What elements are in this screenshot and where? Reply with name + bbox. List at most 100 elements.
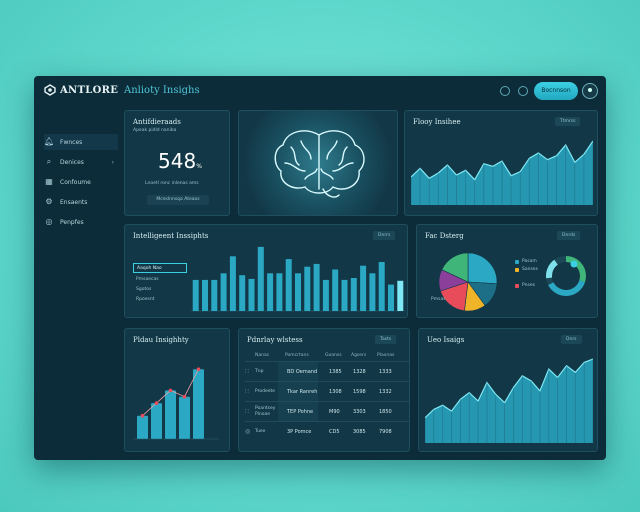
area-point-2	[428, 178, 430, 205]
area-point-6	[477, 401, 479, 443]
cell: CD5	[329, 429, 340, 435]
bar-10[interactable]	[285, 259, 292, 311]
kpi-details-button[interactable]: Mceslnnsqa Ateaos	[147, 195, 209, 205]
sidebar-item-2[interactable]: ⌕ Denices ›	[44, 154, 118, 170]
bar-12[interactable]	[304, 266, 311, 311]
bar-21[interactable]	[388, 284, 394, 311]
bar-11[interactable]	[295, 273, 301, 311]
flow-area-chart	[411, 140, 593, 205]
kpi-card: Antifdieraads Apeak pidld naniba 548% Ln…	[124, 110, 230, 216]
trend-bar-0[interactable]	[137, 415, 148, 439]
trend-bar-4[interactable]	[193, 369, 204, 439]
cell: 1333	[379, 369, 392, 375]
usage-filter-chip[interactable]: Dnrs	[561, 335, 582, 344]
table-filter-chip[interactable]: Tasts	[375, 335, 397, 344]
row-label: Poantsey Pinoae	[255, 406, 276, 417]
sidebar-item-4[interactable]: ⚙ Ensaents	[44, 194, 118, 210]
settings-icon: ⚙	[45, 197, 53, 206]
bar-1[interactable]	[202, 279, 208, 311]
bar-14[interactable]	[322, 279, 329, 311]
bar-18[interactable]	[360, 265, 367, 311]
area-point-12	[519, 171, 521, 205]
bar-2[interactable]	[211, 279, 218, 311]
brand-logo[interactable]: ANTLORE	[44, 84, 118, 96]
bar-8[interactable]	[267, 273, 274, 311]
card-title: Ueo Isaigs	[427, 336, 465, 344]
refresh-icon[interactable]	[500, 86, 510, 96]
flow-filter-chip[interactable]: Ttmrss	[555, 117, 581, 126]
row-icon: ◎	[245, 428, 251, 435]
table-row[interactable]: ∷ Prodeete Tkar Ranreh 1308 1598 1332	[245, 381, 409, 402]
bar-9[interactable]	[276, 273, 283, 311]
area-point-17	[574, 372, 576, 443]
globe-icon: ◎	[45, 217, 53, 226]
sidebar-item-5[interactable]: ◎ Penpfes	[44, 214, 118, 230]
legend-item: Pnses	[515, 283, 535, 288]
list-item[interactable]: Aaqoh Nao	[133, 263, 187, 273]
table-row[interactable]: ∷ Poantsey Pinoae TEP Pohne M90 3303 185…	[245, 401, 409, 422]
area-point-18	[583, 362, 585, 443]
list-item[interactable]: Pmsaecas	[133, 275, 187, 285]
distribution-pie-chart	[438, 252, 498, 312]
bar-13[interactable]	[313, 263, 320, 311]
area-point-1	[433, 409, 435, 443]
kpi-subtitle: Apeak pidld naniba	[133, 128, 177, 133]
legend-swatch	[515, 267, 519, 272]
sidebar-item-label: Penpfes	[60, 218, 84, 226]
card-title: Antifdieraads	[133, 118, 181, 126]
intelligent-insights-card: Intelligeent Inssiphts Dnrrs Aaqoh Nao P…	[124, 224, 408, 318]
user-avatar[interactable]	[582, 83, 598, 99]
primary-action-button[interactable]: Bocnnson	[534, 82, 578, 100]
row-icon: ∷	[245, 388, 249, 395]
legend-swatch	[515, 259, 519, 264]
bar-15[interactable]	[332, 269, 339, 312]
distribution-filter-chip[interactable]: Dnrds	[557, 231, 581, 240]
trend-bar-2[interactable]	[165, 390, 176, 439]
sidebar-item-3[interactable]: ▦ Confoume	[44, 174, 118, 190]
row-label: Prodeete	[255, 389, 276, 394]
area-point-16	[566, 365, 567, 443]
list-item[interactable]: Sgotos	[133, 285, 187, 295]
trend-point-4	[196, 367, 201, 371]
trend-bar-3[interactable]	[179, 396, 190, 439]
bar-22[interactable]	[397, 280, 404, 311]
area-point-10	[513, 387, 514, 443]
bar-16[interactable]	[341, 279, 348, 311]
column-header[interactable]: Goanss	[325, 353, 342, 358]
column-header[interactable]: Pomcrtans	[285, 353, 309, 358]
area-point-3	[451, 411, 452, 443]
bar-6[interactable]	[248, 278, 255, 311]
area-point-7	[474, 179, 476, 205]
bar-20[interactable]	[378, 262, 385, 311]
bar-7[interactable]	[257, 246, 264, 311]
column-header[interactable]: Plaxnas	[377, 353, 394, 358]
bar-0[interactable]	[192, 279, 199, 311]
table-row[interactable]: ◎ Tuee 3P Pomce CD5 3085 7908	[245, 421, 409, 441]
column-header[interactable]: Nanac	[255, 353, 269, 358]
insights-filter-chip[interactable]: Dnrrs	[373, 231, 396, 240]
trend-bar-1[interactable]	[151, 403, 162, 439]
sidebar-item-label: Fwnces	[60, 138, 83, 146]
bar-19[interactable]	[369, 273, 376, 311]
bar-4[interactable]	[229, 256, 236, 311]
settings-icon[interactable]	[518, 86, 528, 96]
legend-label: Pnses	[522, 283, 535, 288]
area-point-16	[556, 155, 557, 205]
pie-slice-0[interactable]	[467, 252, 498, 285]
column-header[interactable]: Agsers	[351, 353, 366, 358]
cell: 3P Pomce	[287, 429, 312, 435]
bar-5[interactable]	[239, 275, 246, 311]
trend-point-2	[168, 388, 173, 393]
area-point-11	[510, 175, 512, 205]
table-row[interactable]: ∷ Tnp BD Oemand 1385 1328 1333	[245, 361, 409, 382]
area-point-2	[442, 405, 444, 443]
area-point-13	[539, 390, 541, 443]
bar-17[interactable]	[350, 278, 357, 311]
area-point-14	[548, 369, 550, 443]
area-point-14	[538, 153, 539, 205]
area-point-3	[437, 173, 439, 205]
sidebar-item-1[interactable]: 🔔︎ Fwnces	[44, 134, 118, 150]
list-item[interactable]: Rpoesnt	[133, 295, 187, 305]
bar-3[interactable]	[220, 273, 227, 311]
trend-point-0	[140, 413, 145, 418]
